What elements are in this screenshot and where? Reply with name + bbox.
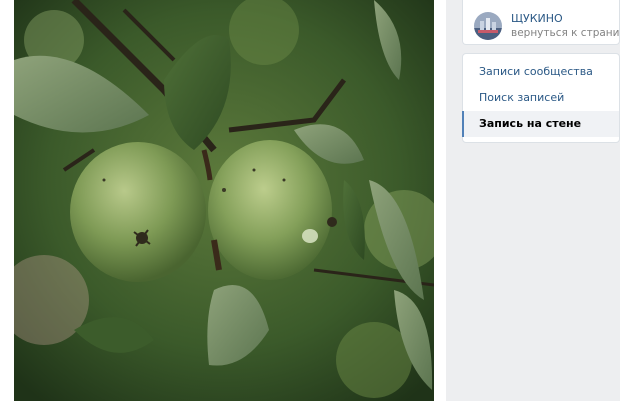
back-to-page-link[interactable]: вернуться к странице — [511, 27, 620, 39]
apple-photo-illustration — [14, 0, 434, 401]
menu-item-community-posts[interactable]: Записи сообщества — [463, 59, 619, 85]
menu-item-search-posts[interactable]: Поиск записей — [463, 85, 619, 111]
community-name[interactable]: ЩУКИНО — [511, 12, 563, 25]
community-card[interactable]: ЩУКИНО вернуться к странице — [462, 0, 620, 45]
wall-menu: Записи сообщества Поиск записей Запись н… — [462, 53, 620, 143]
post-photo[interactable] — [14, 0, 434, 401]
menu-item-wall-post[interactable]: Запись на стене — [462, 111, 619, 137]
avatar-icon — [474, 12, 502, 40]
sidebar: ЩУКИНО вернуться к странице Записи сообщ… — [462, 0, 620, 143]
community-avatar[interactable] — [474, 12, 502, 40]
photo-viewer — [0, 0, 446, 401]
